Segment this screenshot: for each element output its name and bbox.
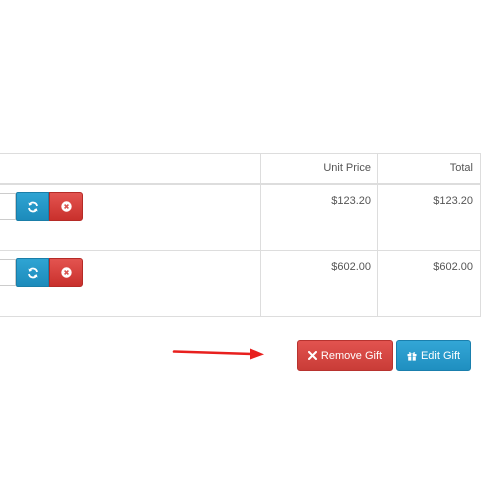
refresh-icon: [27, 267, 38, 278]
table-row-divider: [0, 250, 481, 251]
update-quantity-button[interactable]: [16, 258, 49, 287]
table-bottom-border: [0, 316, 481, 317]
remove-item-button[interactable]: [49, 192, 83, 221]
header-total: Total: [449, 162, 473, 174]
times-circle-icon: [60, 267, 72, 278]
times-icon: [307, 351, 317, 360]
remove-item-button[interactable]: [49, 258, 83, 287]
total-cell: $123.20: [433, 195, 473, 207]
gift-icon: [407, 351, 417, 361]
refresh-icon: [27, 201, 38, 212]
times-circle-icon: [60, 201, 72, 212]
column-divider: [480, 153, 481, 317]
total-cell: $602.00: [433, 261, 473, 273]
edit-gift-label: Edit Gift: [420, 349, 461, 362]
remove-gift-button[interactable]: Remove Gift: [297, 340, 393, 371]
quantity-input[interactable]: [0, 259, 16, 286]
annotation-arrow: [172, 348, 264, 360]
unit-price-cell: $123.20: [331, 195, 371, 207]
update-quantity-button[interactable]: [16, 192, 49, 221]
header-unit-price: Unit Price: [323, 162, 371, 174]
remove-gift-label: Remove Gift: [320, 349, 383, 362]
unit-price-cell: $602.00: [331, 261, 371, 273]
edit-gift-button[interactable]: Edit Gift: [396, 340, 471, 371]
quantity-input[interactable]: [0, 193, 16, 220]
cart-table: Unit Price Total $123.20 $123.20 $602.00…: [0, 153, 481, 317]
